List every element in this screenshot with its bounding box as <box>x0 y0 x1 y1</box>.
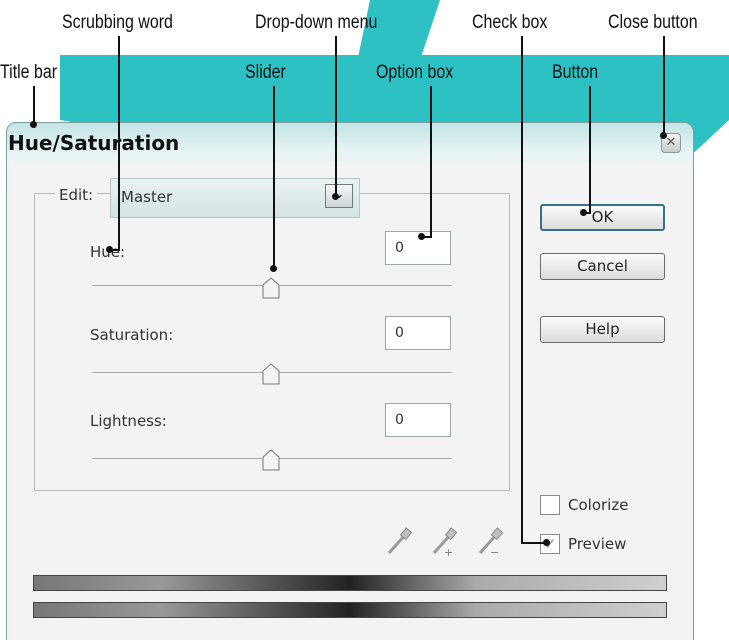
cancel-button[interactable]: Cancel <box>540 253 665 280</box>
leader-button <box>589 86 591 214</box>
lightness-input[interactable]: 0 <box>385 403 451 437</box>
edit-dropdown[interactable]: Master ⌄ <box>110 178 360 218</box>
leader-dot-dropdown <box>332 193 339 200</box>
edit-label: Edit: <box>55 186 98 204</box>
title-bar[interactable]: Hue/Saturation <box>8 131 179 155</box>
input-spectrum-bar <box>33 575 667 591</box>
leader-close-button <box>663 36 665 136</box>
leader-title-bar <box>33 86 35 126</box>
svg-text:+: + <box>444 546 453 557</box>
leader-scrubbing-word <box>118 36 120 250</box>
eyedropper-plus-icon[interactable]: + <box>430 527 458 557</box>
svg-text:−: − <box>490 546 499 557</box>
saturation-input[interactable]: 0 <box>385 316 451 350</box>
callout-title-bar: Title bar <box>0 62 58 83</box>
leader-dot-title-bar <box>30 121 37 128</box>
colorize-checkbox[interactable] <box>540 495 560 515</box>
chevron-down-icon[interactable]: ⌄ <box>325 184 353 208</box>
leader-check-box <box>521 36 523 544</box>
preview-label: Preview <box>568 535 627 553</box>
callout-dropdown-menu: Drop-down menu <box>255 12 378 33</box>
eyedropper-minus-icon[interactable]: − <box>476 527 504 557</box>
leader-dot-button <box>580 209 587 216</box>
output-spectrum-bar <box>33 602 667 618</box>
leader-slider <box>273 86 275 268</box>
ok-button[interactable]: OK <box>540 204 665 231</box>
saturation-slider-thumb[interactable] <box>262 363 280 385</box>
leader-option-box <box>430 86 432 238</box>
colorize-label: Colorize <box>568 496 629 514</box>
lightness-slider-thumb[interactable] <box>262 449 280 471</box>
leader-dot-close-button <box>660 132 667 139</box>
leader-dot-option-box <box>418 233 425 240</box>
edit-dropdown-value: Master <box>121 188 173 206</box>
help-button[interactable]: Help <box>540 316 665 343</box>
eyedropper-icon[interactable] <box>385 527 413 557</box>
hue-slider-thumb[interactable] <box>262 277 280 299</box>
callout-check-box: Check box <box>472 12 548 33</box>
callout-button: Button <box>552 62 599 83</box>
leader-dot-scrubbing-word <box>106 246 113 253</box>
lightness-label[interactable]: Lightness: <box>90 412 167 430</box>
callout-close-button: Close button <box>608 12 698 33</box>
close-icon: ✕ <box>665 135 677 150</box>
callout-scrubbing-word: Scrubbing word <box>62 12 173 33</box>
callout-option-box: Option box <box>376 62 454 83</box>
leader-dot-check-box <box>543 539 550 546</box>
saturation-label[interactable]: Saturation: <box>90 326 173 344</box>
leader-dropdown <box>335 36 337 196</box>
callout-slider: Slider <box>245 62 286 83</box>
leader-dot-slider <box>270 265 277 272</box>
